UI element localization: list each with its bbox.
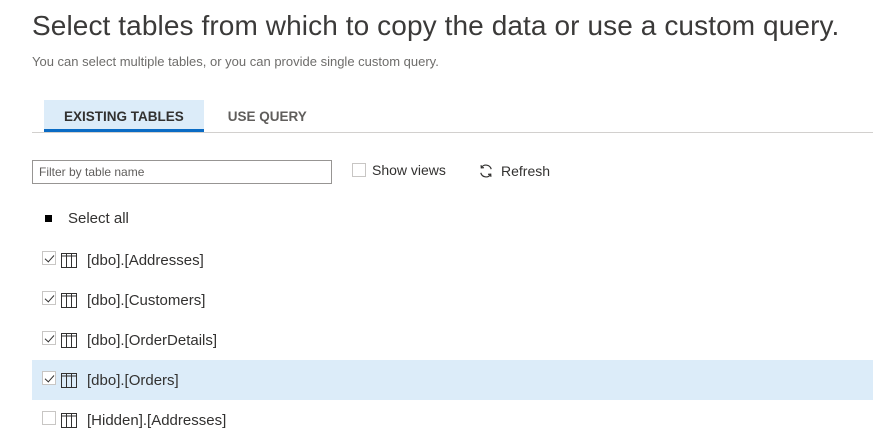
show-views-toggle[interactable]: Show views: [352, 162, 446, 178]
checkmark-icon: [44, 252, 55, 263]
row-checkbox[interactable]: [42, 251, 56, 265]
table-list: [dbo].[Addresses] [dbo].[Customers] [dbo…: [32, 240, 873, 440]
table-icon: [61, 412, 77, 428]
row-checkbox[interactable]: [42, 411, 56, 425]
row-checkbox[interactable]: [42, 331, 56, 345]
table-name: [dbo].[Customers]: [87, 291, 206, 309]
tab-existing-tables[interactable]: EXISTING TABLES: [44, 100, 204, 132]
table-name: [dbo].[OrderDetails]: [87, 331, 218, 349]
table-name: [dbo].[Orders]: [87, 371, 179, 389]
tab-divider: [32, 132, 873, 133]
table-row-selected[interactable]: [dbo].[Orders]: [32, 360, 873, 400]
table-icon: [61, 292, 77, 308]
refresh-label: Refresh: [501, 163, 551, 179]
table-icon: [61, 372, 77, 388]
select-all-row[interactable]: Select all: [42, 210, 129, 227]
table-name: [dbo].[Addresses]: [87, 251, 204, 269]
checkmark-icon: [44, 332, 55, 343]
tab-bar: EXISTING TABLES USE QUERY: [44, 100, 331, 132]
table-icon: [61, 332, 77, 348]
tab-use-query[interactable]: USE QUERY: [204, 100, 331, 132]
show-views-checkbox[interactable]: [352, 163, 366, 177]
row-checkbox[interactable]: [42, 371, 56, 385]
page-subtitle: You can select multiple tables, or you c…: [32, 54, 439, 69]
table-name: [Hidden].[Addresses]: [87, 411, 227, 429]
show-views-label: Show views: [372, 162, 446, 178]
row-checkbox[interactable]: [42, 291, 56, 305]
table-row[interactable]: [dbo].[Addresses]: [32, 240, 873, 280]
table-filter-input[interactable]: [32, 160, 332, 184]
select-all-checkbox[interactable]: [42, 212, 56, 226]
page-title: Select tables from which to copy the dat…: [32, 10, 840, 41]
checkmark-icon: [44, 372, 55, 383]
table-icon: [61, 252, 77, 268]
refresh-button[interactable]: Refresh: [478, 163, 550, 179]
refresh-icon: [480, 164, 492, 178]
checkmark-icon: [44, 292, 55, 303]
table-row[interactable]: [dbo].[Customers]: [32, 280, 873, 320]
table-row[interactable]: [Hidden].[Addresses]: [32, 400, 873, 440]
select-all-label: Select all: [68, 210, 129, 227]
table-row[interactable]: [dbo].[OrderDetails]: [32, 320, 873, 360]
